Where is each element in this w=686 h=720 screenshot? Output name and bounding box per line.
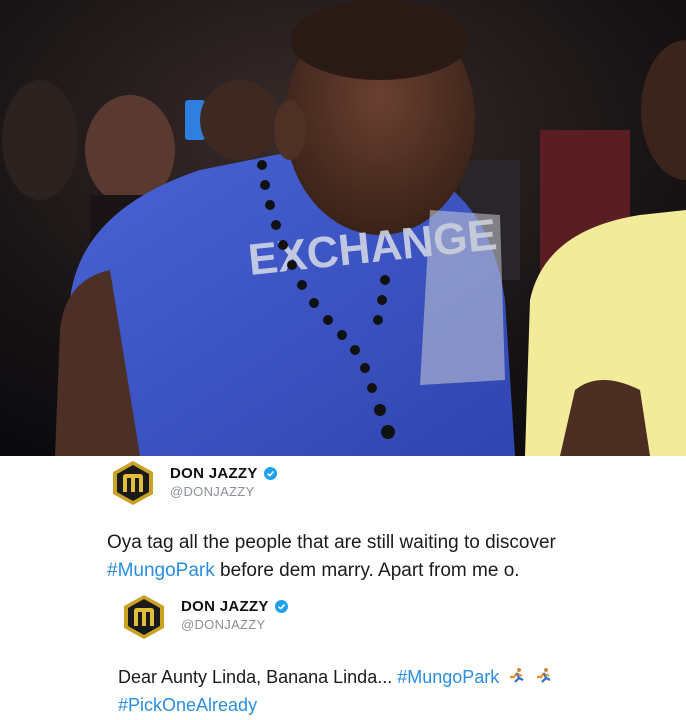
tweet-text: Dear Aunty Linda, Banana Linda... #Mungo… (118, 663, 678, 719)
display-name[interactable]: DON JAZZY (181, 598, 288, 615)
tweet-photo[interactable]: EXCHANGE (0, 0, 686, 456)
running-man-icon (510, 668, 524, 683)
handle[interactable]: @DONJAZZY (170, 484, 255, 499)
display-name-text[interactable]: DON JAZZY (170, 465, 258, 482)
hashtag-link[interactable]: #MungoPark (397, 667, 499, 687)
tweet-text-part1: Oya tag all the people that are still wa… (107, 532, 556, 553)
display-name-text[interactable]: DON JAZZY (181, 598, 269, 615)
verified-icon (263, 467, 277, 480)
tweet-text: Oya tag all the people that are still wa… (107, 529, 667, 585)
verified-icon (274, 600, 288, 613)
running-man-icon (537, 668, 551, 683)
tweet-text-part1: Dear Aunty Linda, Banana Linda... (118, 667, 398, 687)
hashtag-link[interactable]: #PickOneAlready (118, 695, 257, 715)
tweet-text-part2: before dem marry. Apart from me o. (214, 560, 520, 581)
tweet-quoted: DON JAZZY @DONJAZZY Dear Aunty Linda, Ba… (0, 590, 686, 720)
hashtag-link[interactable]: #MungoPark (107, 560, 215, 581)
handle[interactable]: @DONJAZZY (181, 617, 266, 632)
display-name[interactable]: DON JAZZY (170, 465, 277, 482)
photo-illustration: EXCHANGE (0, 0, 686, 456)
avatar-logo-icon[interactable] (121, 594, 167, 640)
avatar-logo-icon[interactable] (110, 460, 156, 506)
